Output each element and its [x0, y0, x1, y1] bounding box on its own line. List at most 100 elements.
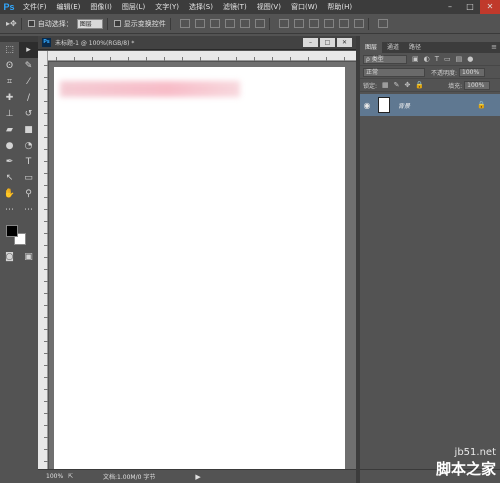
lock-position-icon[interactable]: ✥ [405, 81, 411, 89]
type-tool-icon[interactable]: T [19, 154, 38, 170]
auto-align-icon[interactable] [377, 19, 388, 28]
eraser-tool-icon[interactable]: ▰ [0, 122, 19, 138]
doc-maximize-button[interactable]: □ [320, 38, 335, 47]
ruler-vertical[interactable] [38, 51, 48, 469]
show-transform-label: 显示变换控件 [123, 19, 166, 28]
ruler-tick [44, 353, 48, 354]
foreground-color-swatch[interactable] [6, 225, 18, 237]
eyedropper-tool-icon[interactable]: ⁄ [19, 74, 38, 90]
menu-edit[interactable]: 编辑(E) [52, 0, 86, 14]
export-icon[interactable]: ⇱ [68, 473, 73, 480]
show-transform-checkbox[interactable] [113, 20, 121, 27]
status-bar: 100% ⇱ 文档:1.00M/0 字节 ▶ [38, 469, 356, 483]
more-tools-icon[interactable]: ⋯ [0, 202, 19, 218]
lock-pixels-icon[interactable]: ✎ [394, 81, 400, 89]
doc-close-button[interactable]: ✕ [337, 38, 352, 47]
rectangle-tool-icon[interactable]: ▭ [19, 170, 38, 186]
minimize-button[interactable]: – [440, 0, 460, 14]
distribute-bottom-icon[interactable] [308, 19, 319, 28]
canvas-area[interactable] [49, 62, 356, 469]
lock-transparent-icon[interactable]: ▦ [382, 81, 389, 89]
ruler-horizontal[interactable] [48, 51, 356, 61]
filter-pixel-icon[interactable]: ▣ [412, 55, 419, 63]
filter-toggle-icon[interactable]: ● [467, 55, 473, 63]
quick-mask-icon[interactable]: ◙ [0, 249, 19, 265]
hand-tool-icon[interactable]: ✋ [0, 186, 19, 202]
eye-icon[interactable]: ◉ [360, 101, 374, 110]
menu-layer[interactable]: 图层(L) [117, 0, 150, 14]
opacity-label: 不透明度: [431, 69, 458, 77]
panel-menu-icon[interactable]: ≡ [491, 42, 497, 53]
menu-select[interactable]: 选择(S) [184, 0, 218, 14]
blur-tool-icon[interactable]: ● [0, 138, 19, 154]
maximize-button[interactable]: □ [460, 0, 480, 14]
status-menu-arrow-icon[interactable]: ▶ [195, 473, 200, 481]
distribute-hcenter-icon[interactable] [338, 19, 349, 28]
doc-minimize-button[interactable]: – [303, 38, 318, 47]
document-tab[interactable]: Ps 未标题-1 @ 100%(RGB/8) * – □ ✕ [38, 36, 356, 50]
distribute-top-icon[interactable] [278, 19, 289, 28]
auto-select-dropdown[interactable]: 图层 [76, 18, 103, 29]
menu-help[interactable]: 帮助(H) [322, 0, 357, 14]
zoom-level[interactable]: 100% [46, 473, 68, 480]
ruler-tick [44, 101, 48, 102]
align-top-icon[interactable] [179, 19, 190, 28]
align-hcenter-icon[interactable] [239, 19, 250, 28]
menu-view[interactable]: 视图(V) [252, 0, 286, 14]
blend-mode-dropdown[interactable]: 正常 [363, 67, 425, 77]
healing-brush-tool-icon[interactable]: ✚ [0, 90, 19, 106]
layer-item-background[interactable]: ◉ 背景 🔒 [360, 94, 500, 116]
path-select-tool-icon[interactable]: ↖ [0, 170, 19, 186]
gradient-tool-icon[interactable]: ■ [19, 122, 38, 138]
filter-adjust-icon[interactable]: ◐ [424, 55, 430, 63]
distribute-vcenter-icon[interactable] [293, 19, 304, 28]
ruler-tick [110, 57, 111, 61]
screen-mode-icon[interactable]: ▣ [19, 249, 38, 265]
marquee-tool-icon[interactable]: ⬚ [0, 42, 19, 58]
menu-type[interactable]: 文字(Y) [150, 0, 184, 14]
menu-filter[interactable]: 滤镜(T) [218, 0, 252, 14]
clone-stamp-tool-icon[interactable]: ⊥ [0, 106, 19, 122]
distribute-right-icon[interactable] [353, 19, 364, 28]
zoom-tool-icon[interactable]: ⚲ [19, 186, 38, 202]
ruler-tick [44, 365, 48, 366]
align-bottom-icon[interactable] [209, 19, 220, 28]
filter-kind-dropdown[interactable]: ρ 类型 [363, 54, 407, 64]
layer-name[interactable]: 背景 [398, 101, 410, 110]
align-left-icon[interactable] [224, 19, 235, 28]
menu-image[interactable]: 图像(I) [85, 0, 117, 14]
lock-all-icon[interactable]: 🔒 [415, 81, 424, 89]
document-canvas[interactable] [54, 67, 345, 469]
ruler-tick [44, 149, 48, 150]
menu-window[interactable]: 窗口(W) [286, 0, 322, 14]
history-brush-tool-icon[interactable]: ↺ [19, 106, 38, 122]
move-tool-icon[interactable]: ▸ [19, 42, 38, 58]
align-right-icon[interactable] [254, 19, 265, 28]
close-button[interactable]: ✕ [480, 0, 500, 14]
fill-field[interactable]: 100% [464, 80, 491, 90]
pen-tool-icon[interactable]: ✒ [0, 154, 19, 170]
crop-tool-icon[interactable]: ⌗ [0, 74, 19, 90]
filter-type-icon[interactable]: T [435, 55, 439, 63]
ruler-tick [44, 233, 48, 234]
filter-smart-icon[interactable]: ▤ [456, 55, 463, 63]
ruler-tick [56, 57, 57, 61]
layer-filter-row: ρ 类型 ▣ ◐ T ▭ ▤ ● [360, 53, 500, 66]
more-tools-icon[interactable]: ⋯ [19, 202, 38, 218]
align-vcenter-icon[interactable] [194, 19, 205, 28]
ruler-tick [44, 209, 48, 210]
menu-file[interactable]: 文件(F) [18, 0, 52, 14]
lasso-tool-icon[interactable]: ʘ [0, 58, 19, 74]
filter-shape-icon[interactable]: ▭ [444, 55, 451, 63]
tab-paths[interactable]: 路径 [404, 42, 426, 53]
brush-tool-icon[interactable]: ∕ [19, 90, 38, 106]
tools-panel: ⬚ ▸ ʘ ✎ ⌗ ⁄ ✚ ∕ ⊥ ↺ ▰ ■ ● ◔ ✒ T ↖ ▭ ✋ ⚲ … [0, 36, 38, 466]
tab-layers[interactable]: 图层 [360, 42, 383, 53]
opacity-field[interactable]: 100% [459, 67, 486, 77]
quick-select-tool-icon[interactable]: ✎ [19, 58, 38, 74]
distribute-left-icon[interactable] [323, 19, 334, 28]
tab-channels[interactable]: 通道 [382, 42, 404, 53]
dodge-tool-icon[interactable]: ◔ [19, 138, 38, 154]
auto-select-checkbox[interactable] [27, 20, 35, 27]
move-tool-preset-icon[interactable]: ▸✥ [6, 19, 17, 28]
